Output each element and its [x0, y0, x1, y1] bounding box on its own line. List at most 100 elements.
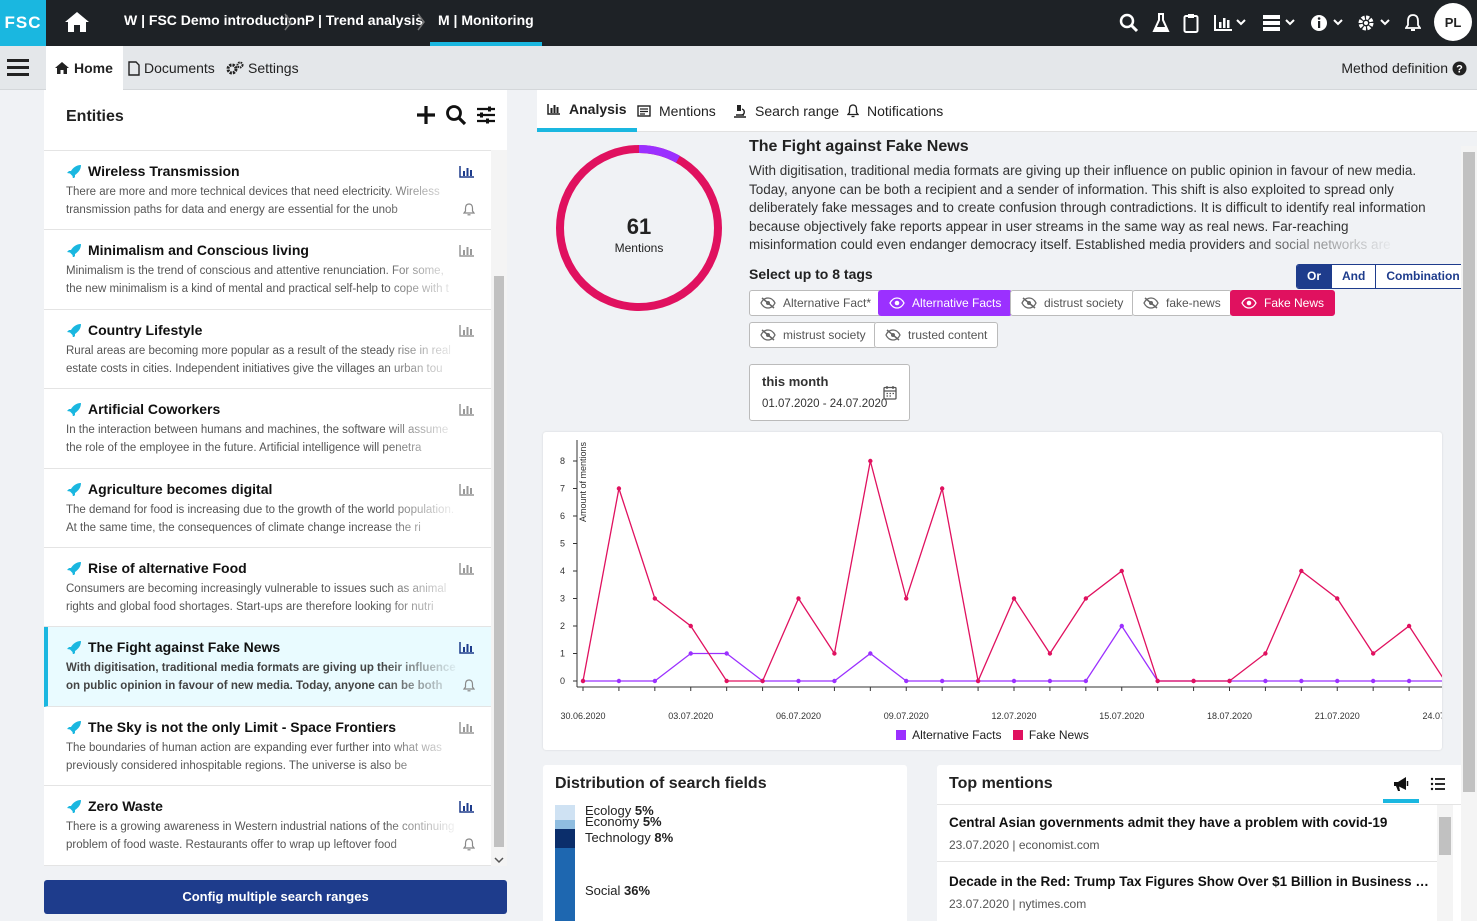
chart-icon[interactable] — [459, 721, 475, 734]
tab-home-label: Home — [74, 60, 113, 76]
logic-or-button[interactable]: Or — [1297, 265, 1332, 288]
distribution-segment-ecology[interactable] — [555, 805, 575, 820]
calendar-icon[interactable] — [883, 385, 897, 400]
tab-home[interactable]: Home — [46, 46, 123, 90]
top-mentions-scrollbar[interactable] — [1437, 805, 1453, 921]
info-dropdown-icon[interactable] — [1310, 11, 1344, 35]
plus-icon[interactable] — [415, 104, 437, 126]
search-icon[interactable] — [1119, 11, 1139, 35]
entity-item-selected[interactable]: The Fight against Fake News With digitis… — [44, 627, 491, 707]
entity-item[interactable]: Minimalism and Conscious living Minimali… — [44, 230, 491, 310]
fsc-logo[interactable]: FSC — [0, 0, 46, 46]
tab-mentions[interactable]: Mentions — [637, 90, 716, 132]
home-icon[interactable] — [64, 10, 90, 34]
distribution-segment-social[interactable] — [555, 848, 575, 921]
storage-dropdown-icon[interactable] — [1262, 11, 1296, 35]
clipboard-icon[interactable] — [1183, 11, 1199, 35]
chart-icon[interactable] — [459, 562, 475, 575]
tag-chip[interactable]: mistrust society — [749, 322, 877, 348]
scrollbar-thumb[interactable] — [1439, 817, 1451, 855]
chart-icon[interactable] — [459, 403, 475, 416]
legend-item-alternative-facts[interactable]: Alternative Facts — [896, 728, 1002, 742]
tab-search-range[interactable]: Search range — [733, 90, 839, 132]
y-tick-label: 6 — [560, 511, 565, 521]
chart-icon[interactable] — [459, 641, 475, 655]
chart-icon[interactable] — [459, 324, 475, 337]
mention-title[interactable]: Central Asian governments admit they hav… — [949, 815, 1429, 830]
chevron-right-icon — [417, 13, 425, 31]
analysis-tabs: Analysis Mentions Search range Notificat… — [537, 90, 1477, 132]
eye-icon — [1241, 297, 1257, 309]
breadcrumb-project[interactable]: P | Trend analysis — [305, 0, 423, 46]
chart-icon[interactable] — [459, 244, 475, 258]
data-point — [832, 651, 837, 656]
bell-icon[interactable] — [463, 679, 475, 692]
data-point — [1011, 596, 1017, 601]
logic-combination-button[interactable]: Combination — [1375, 265, 1470, 288]
megaphone-tab[interactable] — [1383, 773, 1419, 803]
entity-item[interactable]: Wireless Transmission There are more and… — [44, 151, 491, 231]
date-range-picker[interactable]: this month 01.07.2020 - 24.07.2020 — [749, 364, 910, 421]
menu-icon[interactable] — [6, 56, 30, 78]
tab-analysis[interactable]: Analysis — [537, 90, 637, 132]
entity-description: Minimalism is the trend of conscious and… — [66, 265, 449, 296]
mention-item[interactable]: Central Asian governments admit they hav… — [949, 815, 1429, 852]
entities-scrollbar[interactable] — [491, 150, 507, 866]
breadcrumb-monitoring[interactable]: M | Monitoring — [430, 0, 542, 46]
entity-item[interactable]: Country Lifestyle Rural areas are becomi… — [44, 310, 491, 390]
scrollbar-thumb[interactable] — [1463, 152, 1475, 792]
chevron-down-icon[interactable] — [494, 856, 504, 864]
eye-slash-icon — [760, 297, 776, 309]
chart-icon[interactable] — [459, 165, 475, 178]
mention-item[interactable]: Decade in the Red: Trump Tax Figures Sho… — [949, 874, 1429, 911]
breadcrumb-workspace[interactable]: W | FSC Demo introduction — [124, 0, 305, 46]
gear-dropdown-icon[interactable] — [1357, 11, 1391, 35]
tag-chip[interactable]: trusted content — [874, 322, 999, 348]
list-icon[interactable] — [1430, 776, 1446, 792]
flask-icon[interactable] — [1152, 11, 1170, 35]
entity-item[interactable]: Rise of alternative Food Consumers are b… — [44, 548, 491, 628]
chart-icon[interactable] — [459, 800, 475, 813]
mention-title[interactable]: Decade in the Red: Trump Tax Figures Sho… — [949, 874, 1429, 889]
mentions-line-chart: Amount of mentions 0 1 2 3 4 5 6 7 8 30.06.2020 03.… — [560, 440, 1442, 721]
top-mentions-title: Top mentions — [949, 775, 1053, 792]
scrollbar-thumb[interactable] — [494, 276, 504, 847]
y-tick-label: 4 — [560, 566, 565, 576]
mention-meta: 23.07.2020 | economist.com — [949, 838, 1100, 852]
tab-documents[interactable]: Documents — [120, 46, 225, 90]
tab-settings[interactable]: Settings — [218, 46, 309, 90]
method-definition-link[interactable]: Method definition ? — [1341, 46, 1467, 90]
bell-icon[interactable] — [463, 203, 475, 216]
tag-label: mistrust society — [783, 328, 866, 342]
tag-label: Alternative Fact* — [783, 296, 872, 310]
data-point — [688, 651, 693, 656]
bell-icon[interactable] — [463, 838, 475, 851]
bell-icon[interactable] — [1405, 11, 1421, 35]
tag-chip[interactable]: Alternative Fact* — [749, 290, 883, 316]
y-tick-label: 5 — [560, 539, 565, 549]
filter-sliders-icon[interactable] — [475, 104, 497, 126]
entity-item[interactable]: Agriculture becomes digital The demand f… — [44, 469, 491, 548]
chart-dropdown-icon[interactable] — [1213, 11, 1247, 35]
user-avatar[interactable]: PL — [1434, 3, 1472, 41]
logic-and-button[interactable]: And — [1331, 265, 1376, 288]
tag-chip[interactable]: distrust society — [1010, 290, 1135, 316]
home-icon — [55, 62, 69, 74]
entity-name: Artificial Coworkers — [88, 401, 221, 418]
tag-chip-active[interactable]: Alternative Facts — [878, 290, 1013, 316]
tab-notifications[interactable]: Notifications — [847, 90, 943, 132]
entity-title: The Fight against Fake News — [749, 138, 969, 155]
tag-chip-active[interactable]: Fake News — [1230, 290, 1336, 316]
legend-item-fake-news[interactable]: Fake News — [1012, 728, 1089, 742]
content-scrollbar[interactable] — [1461, 146, 1477, 921]
entity-item[interactable]: The Sky is not the only Limit - Space Fr… — [44, 707, 491, 787]
distribution-segment-technology[interactable] — [555, 829, 575, 848]
distribution-segment-economy[interactable] — [555, 820, 575, 829]
tag-chip[interactable]: fake-news — [1132, 290, 1232, 316]
entity-item[interactable]: Zero Waste There is a growing awareness … — [44, 786, 491, 866]
rocket-icon — [67, 244, 81, 258]
config-search-ranges-button[interactable]: Config multiple search ranges — [44, 880, 507, 914]
search-icon[interactable] — [445, 104, 467, 126]
chart-icon[interactable] — [459, 483, 475, 496]
entity-item[interactable]: Artificial Coworkers In the interaction … — [44, 389, 491, 469]
